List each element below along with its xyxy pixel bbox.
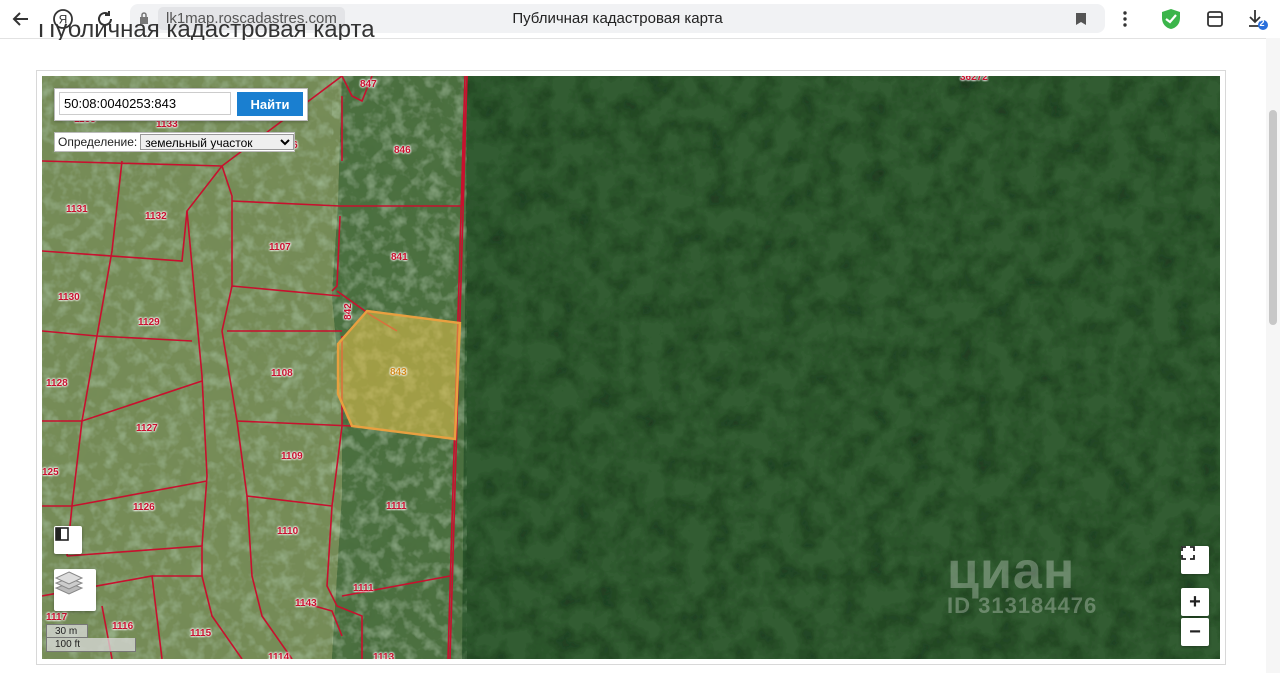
parcel-label[interactable]: 1114 xyxy=(268,652,289,659)
watermark-logo: циан xyxy=(947,542,1076,600)
layers-button[interactable] xyxy=(54,569,96,611)
parcel-label[interactable]: 1117 xyxy=(46,612,67,623)
zoom-in-button[interactable]: + xyxy=(1181,588,1209,616)
legend-icon xyxy=(55,527,69,541)
extensions-icon[interactable] xyxy=(1202,6,1228,32)
selected-parcel-label[interactable]: 843 xyxy=(390,367,407,378)
parcel-label[interactable]: 1130 xyxy=(58,292,80,303)
parcel-label[interactable]: 1128 xyxy=(46,378,68,389)
page-scrollbar[interactable] xyxy=(1266,38,1280,673)
parcel-label[interactable]: 846 xyxy=(394,145,411,156)
identify-select[interactable]: земельный участок xyxy=(140,134,295,150)
parcel-label[interactable]: 1126 xyxy=(133,502,155,513)
parcel-label[interactable]: 1110 xyxy=(277,526,298,537)
find-button[interactable]: Найти xyxy=(237,92,303,116)
downloads-badge: 2 xyxy=(1259,18,1265,28)
scrollbar-thumb[interactable] xyxy=(1269,110,1277,325)
parcel-label[interactable]: 36272 xyxy=(960,76,988,83)
parcel-label[interactable]: 1109 xyxy=(281,451,303,462)
cadastral-number-input[interactable] xyxy=(59,92,231,115)
downloads-icon[interactable]: 2 xyxy=(1244,6,1270,32)
search-panel: Найти xyxy=(54,88,308,121)
parcel-label[interactable]: 1143 xyxy=(295,598,317,609)
scale-imperial: 100 ft xyxy=(46,638,136,652)
parcel-label[interactable]: 1127 xyxy=(136,423,158,434)
legend-button[interactable] xyxy=(54,526,82,554)
watermark-id: ID 313184476 xyxy=(947,593,1098,618)
parcel-label[interactable]: 125 xyxy=(42,467,59,478)
fullscreen-button[interactable] xyxy=(1181,546,1209,574)
parcel-label[interactable]: 1111 xyxy=(353,583,374,594)
scale-bar: 30 m 100 ft xyxy=(46,624,136,652)
parcel-label[interactable]: 1107 xyxy=(269,242,291,253)
page-heading: Публичная кадастровая карта xyxy=(38,24,375,40)
lock-icon xyxy=(140,12,148,24)
parcel-label[interactable]: 1129 xyxy=(138,317,160,328)
parcel-label[interactable]: 1108 xyxy=(271,368,293,379)
zoom-out-button[interactable]: − xyxy=(1181,618,1209,646)
parcel-label[interactable]: 841 xyxy=(391,252,408,263)
back-icon[interactable] xyxy=(8,6,34,32)
cian-watermark: циан ID 313184476 xyxy=(947,541,1097,619)
protect-shield-icon[interactable] xyxy=(1158,6,1184,32)
layers-icon xyxy=(54,571,84,595)
menu-icon[interactable] xyxy=(1112,6,1138,32)
parcel-label[interactable]: 1115 xyxy=(190,628,211,639)
parcel-label[interactable]: 1113 xyxy=(373,652,394,659)
parcel-label[interactable]: 1132 xyxy=(145,211,167,222)
scale-metric: 30 m xyxy=(46,624,88,638)
parcel-label[interactable]: 847 xyxy=(360,79,377,90)
map-frame: 36272 847 1135 1133 1106 846 1131 1132 1… xyxy=(36,70,1226,665)
cadastral-map[interactable]: 36272 847 1135 1133 1106 846 1131 1132 1… xyxy=(42,76,1220,659)
parcel-label[interactable]: 1131 xyxy=(66,204,88,215)
bookmark-icon[interactable] xyxy=(1075,12,1087,26)
fullscreen-icon xyxy=(1181,546,1195,560)
identify-panel: Определение: земельный участок xyxy=(54,132,296,152)
identify-label: Определение: xyxy=(58,135,138,149)
parcel-label[interactable]: 1111 xyxy=(386,501,407,512)
parcel-label[interactable]: 842 xyxy=(343,303,354,320)
